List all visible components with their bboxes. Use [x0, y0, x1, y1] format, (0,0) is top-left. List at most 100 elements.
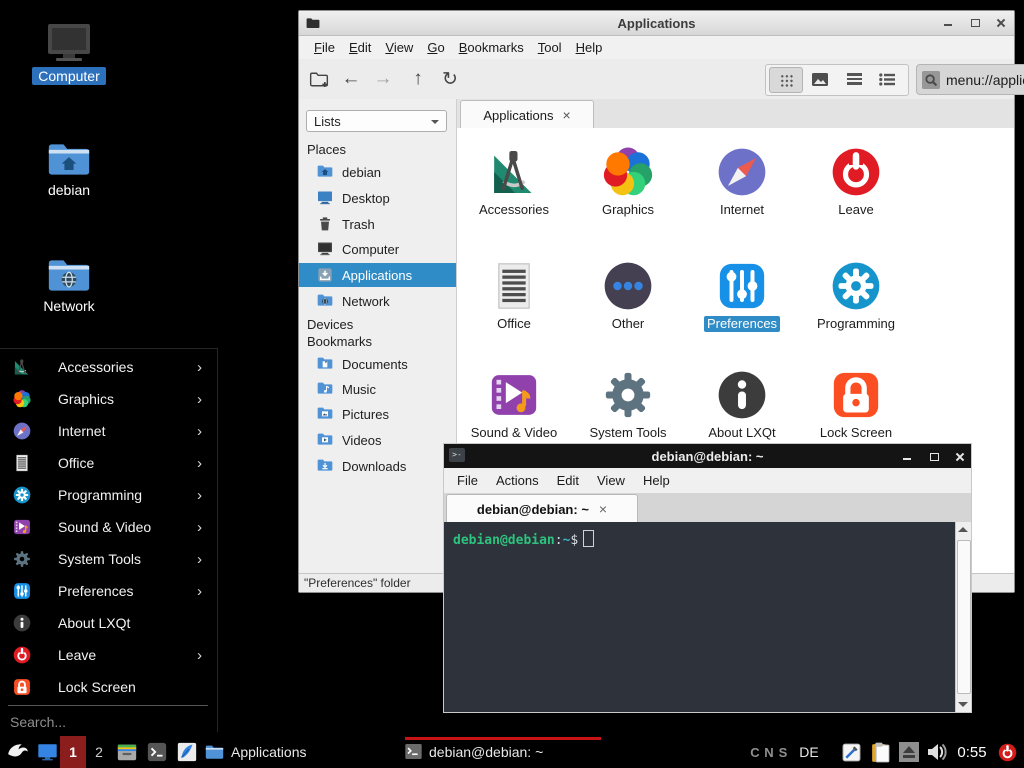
lock-icon [828, 367, 884, 423]
tab-close-icon[interactable]: × [599, 501, 607, 517]
grid-item-graphics[interactable]: Graphics [571, 144, 685, 248]
menu-item-sound-video[interactable]: Sound & Video › [0, 511, 216, 543]
compact-view-button[interactable] [838, 67, 870, 91]
preferences-icon [12, 581, 32, 601]
sidebar-item-videos[interactable]: Videos [299, 428, 456, 452]
tray-volume[interactable] [924, 736, 950, 768]
grid-item-other[interactable]: Other [571, 258, 685, 362]
sidebar-item-applications[interactable]: Applications [299, 263, 456, 287]
grid-item-office[interactable]: Office [457, 258, 571, 362]
quicklaunch-terminal[interactable] [144, 736, 170, 768]
sidebar-item-computer[interactable]: Computer [299, 237, 456, 261]
icon-view-button[interactable] [769, 67, 803, 93]
menu-item-office[interactable]: Office › [0, 447, 216, 479]
menu-actions[interactable]: Actions [487, 471, 548, 490]
menu-help[interactable]: Help [634, 471, 679, 490]
up-button[interactable]: ↑ [404, 65, 432, 93]
sidebar-item-music[interactable]: Music [299, 377, 456, 401]
menu-item-label: System Tools [58, 551, 197, 567]
scrollbar-thumb[interactable] [957, 540, 971, 694]
terminal-titlebar[interactable]: debian@debian: ~ [444, 444, 971, 468]
combo-value: Lists [314, 114, 341, 129]
submenu-chevron-icon: › [197, 551, 202, 568]
tray-clipboard[interactable] [866, 736, 894, 768]
minimize-button[interactable] [900, 451, 914, 463]
sidebar-item-desktop[interactable]: Desktop [299, 186, 456, 210]
menu-edit[interactable]: Edit [342, 38, 378, 57]
back-button[interactable]: ← [337, 65, 365, 93]
tray-screenshot[interactable] [838, 736, 864, 768]
menu-item-accessories[interactable]: Accessories › [0, 351, 216, 383]
start-menu-button[interactable] [4, 736, 32, 768]
new-tab-button[interactable] [305, 65, 333, 93]
detailed-view-button[interactable] [871, 67, 903, 91]
menu-file[interactable]: File [307, 38, 342, 57]
terminal-scrollbar[interactable] [955, 522, 971, 712]
quicklaunch-featherpad[interactable] [174, 736, 200, 768]
menu-view[interactable]: View [588, 471, 634, 490]
scroll-up-icon[interactable] [958, 527, 968, 532]
menu-file[interactable]: File [448, 471, 487, 490]
desktop-icon-computer[interactable]: Computer [10, 22, 128, 85]
menu-bookmarks[interactable]: Bookmarks [452, 38, 531, 57]
task-button-applications[interactable]: Applications [205, 736, 401, 768]
submenu-chevron-icon: › [197, 455, 202, 472]
tray-eject[interactable] [897, 736, 921, 768]
grid-item-programming[interactable]: Programming [799, 258, 913, 362]
minimize-button[interactable] [941, 17, 955, 29]
sidebar-item-trash[interactable]: Trash [299, 212, 456, 236]
menu-item-internet[interactable]: Internet › [0, 415, 216, 447]
forward-button[interactable]: → [369, 65, 397, 93]
lock-icon [12, 677, 32, 697]
menu-search-input[interactable] [8, 711, 212, 733]
sidebar-item-downloads[interactable]: Downloads [299, 454, 456, 478]
grid-item-preferences[interactable]: Preferences [685, 258, 799, 362]
screenshot-icon [841, 742, 862, 763]
grid-item-leave[interactable]: Leave [799, 144, 913, 248]
desktop-icon-debian[interactable]: debian [10, 140, 128, 199]
menu-view[interactable]: View [378, 38, 420, 57]
grid-item-accessories[interactable]: Accessories [457, 144, 571, 248]
workspace-2-button[interactable]: 2 [88, 736, 110, 768]
tab-applications[interactable]: Applications × [460, 100, 594, 129]
menu-go[interactable]: Go [420, 38, 451, 57]
menu-help[interactable]: Help [569, 38, 610, 57]
thumbnail-view-button[interactable] [804, 67, 836, 91]
terminal-tab[interactable]: debian@debian: ~ × [446, 494, 638, 523]
quicklaunch-file-manager[interactable] [114, 736, 140, 768]
maximize-button[interactable] [927, 451, 941, 463]
reload-button[interactable]: ↻ [436, 65, 464, 93]
keyboard-layout-indicator[interactable]: DE [797, 736, 821, 768]
close-button[interactable] [953, 451, 967, 463]
clock[interactable]: 0:55 [954, 736, 990, 768]
menu-item-graphics[interactable]: Graphics › [0, 383, 216, 415]
menu-item-system-tools[interactable]: System Tools › [0, 543, 216, 575]
sidebar-mode-combo[interactable]: Lists [306, 110, 447, 132]
menu-item-about-lxqt[interactable]: About LXQt [0, 607, 216, 639]
pictures-folder-icon [317, 406, 333, 422]
show-desktop-button[interactable] [34, 736, 60, 768]
desktop-icon-network[interactable]: Network [10, 256, 128, 315]
leave-button[interactable] [994, 736, 1020, 768]
maximize-button[interactable] [968, 17, 982, 29]
tab-close-icon[interactable]: × [562, 107, 570, 123]
menu-item-preferences[interactable]: Preferences › [0, 575, 216, 607]
sidebar-item-network[interactable]: Network [299, 289, 456, 313]
sidebar-item-debian[interactable]: debian [299, 160, 456, 184]
close-button[interactable] [994, 17, 1008, 29]
sidebar-item-documents[interactable]: Documents [299, 352, 456, 376]
power-icon [12, 645, 32, 665]
sidebar-item-pictures[interactable]: Pictures [299, 402, 456, 426]
path-bar[interactable]: menu://applications/ [916, 64, 1024, 95]
scroll-down-icon[interactable] [958, 702, 968, 707]
menu-edit[interactable]: Edit [548, 471, 588, 490]
terminal-output[interactable]: debian@debian:~$ [444, 522, 956, 712]
menu-item-lock-screen[interactable]: Lock Screen [0, 671, 216, 703]
workspace-1-button[interactable]: 1 [60, 736, 86, 768]
grid-item-internet[interactable]: Internet [685, 144, 799, 248]
menu-item-leave[interactable]: Leave › [0, 639, 216, 671]
task-button-terminal[interactable]: debian@debian: ~ [405, 736, 601, 768]
menu-tool[interactable]: Tool [531, 38, 569, 57]
file-manager-titlebar[interactable]: Applications [299, 11, 1014, 36]
menu-item-programming[interactable]: Programming › [0, 479, 216, 511]
